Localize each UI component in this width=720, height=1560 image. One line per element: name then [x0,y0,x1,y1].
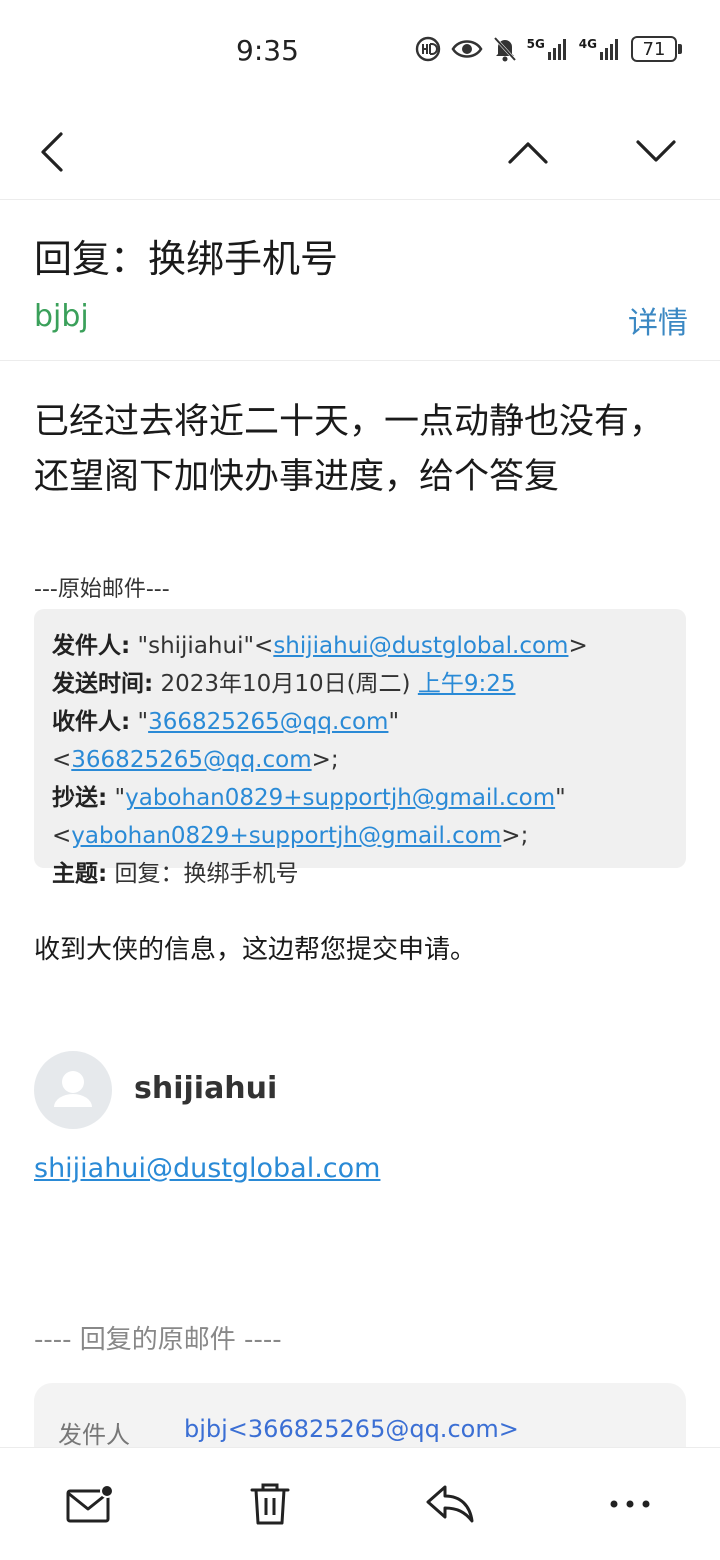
from-email-link[interactable]: shijiahui@dustglobal.com [273,633,568,659]
to-open: " [137,709,149,735]
original-cc-email-row: <yabohan0829+supportjh@gmail.com>; [52,817,668,855]
replied-mail-divider: ---- 回复的原邮件 ---- [34,1325,282,1355]
subject-value: 回复：换绑手机号 [114,861,299,887]
original-mail-divider: ---原始邮件--- [34,577,170,602]
4g-signal-icon: 4G [579,38,621,60]
battery-icon: 71 [631,36,682,62]
next-email-button[interactable] [626,122,686,182]
5g-signal-icon: 5G [527,38,569,60]
cc-mid: " [555,785,566,811]
cc-name-link[interactable]: yabohan0829+supportjh@gmail.com [125,785,555,811]
signature-email-link[interactable]: shijiahui@dustglobal.com [34,1153,380,1184]
hd-call-icon [415,36,440,62]
bottom-toolbar [0,1447,720,1560]
eye-icon [451,40,483,58]
replied-from-value[interactable]: bjbj<366825265@qq.com> [184,1415,519,1443]
status-time: 9:35 [236,34,299,67]
from-label: 发件人: [52,633,131,659]
sent-date: 2023年10月10日(周二) [160,671,411,697]
replied-from-label: 发件人 [58,1421,130,1447]
chevron-left-icon [41,132,63,172]
5g-label: 5G [526,37,545,51]
cc-email-link[interactable]: yabohan0829+supportjh@gmail.com [71,823,501,849]
to-email-link[interactable]: 366825265@qq.com [71,747,311,773]
to-label: 收件人: [52,709,131,735]
cc-open: " [114,785,126,811]
chevron-up-icon [508,142,548,164]
4g-label: 4G [578,37,597,51]
signal-bars-icon [600,39,618,60]
mail-unread-icon [66,1484,114,1523]
cc-close: >; [501,823,529,849]
delete-button[interactable] [238,1474,302,1534]
reply-text: 收到大侠的信息，这边帮您提交申请。 [34,935,477,965]
original-from-row: 发件人: "shijiahui"<shijiahui@dustglobal.co… [52,627,668,665]
details-link[interactable]: 详情 [628,298,688,342]
email-body[interactable]: 已经过去将近二十天，一点动静也没有，还望阁下加快办事进度，给个答复 ---原始邮… [0,361,720,1447]
email-subject: 回复：换绑手机号 [34,237,339,281]
mute-bell-icon [493,36,516,62]
trash-icon [250,1483,290,1525]
to-close: >; [311,747,339,773]
more-button[interactable] [598,1474,662,1534]
original-mail-box: 发件人: "shijiahui"<shijiahui@dustglobal.co… [34,609,686,887]
person-icon [54,1071,92,1107]
original-to-row: 收件人: "366825265@qq.com"<366825265@qq.com… [52,703,668,779]
sender-name[interactable]: bjbj [34,299,89,334]
original-cc-row: 抄送: "yabohan0829+supportjh@gmail.com" [52,779,668,817]
battery-tip [678,44,682,54]
reply-button[interactable] [418,1474,482,1534]
more-icon [610,1500,650,1508]
replied-mail-box: 发件人 bjbj<366825265@qq.com> [34,1383,686,1447]
nav-bar [0,104,720,200]
message-text: 已经过去将近二十天，一点动静也没有，还望阁下加快办事进度，给个答复 [34,402,665,497]
to-name-link[interactable]: 366825265@qq.com [148,709,388,735]
reply-icon [426,1485,474,1523]
avatar [34,1051,112,1129]
sent-time-link[interactable]: 上午9:25 [418,671,516,697]
back-button[interactable] [22,122,82,182]
battery-level: 71 [631,36,677,62]
mark-unread-button[interactable] [58,1474,122,1534]
cc-lt: < [52,823,72,849]
original-subject-row: 主题: 回复：换绑手机号 [52,855,668,893]
email-header: 回复：换绑手机号 bjbj 详情 [0,200,720,361]
signature-name: shijiahui [134,1071,278,1106]
chevron-down-icon [636,140,676,162]
from-close: > [568,633,588,659]
subject-label: 主题: [52,861,108,887]
status-bar: 9:35 5G 4G 71 [0,0,720,104]
sent-label: 发送时间: [52,671,154,697]
from-name: "shijiahui"< [137,633,274,659]
previous-email-button[interactable] [498,122,558,182]
status-icons: 5G 4G 71 [415,36,682,62]
signal-bars-icon [547,39,566,60]
original-sent-row: 发送时间: 2023年10月10日(周二) 上午9:25 [52,665,668,703]
cc-label: 抄送: [52,785,108,811]
